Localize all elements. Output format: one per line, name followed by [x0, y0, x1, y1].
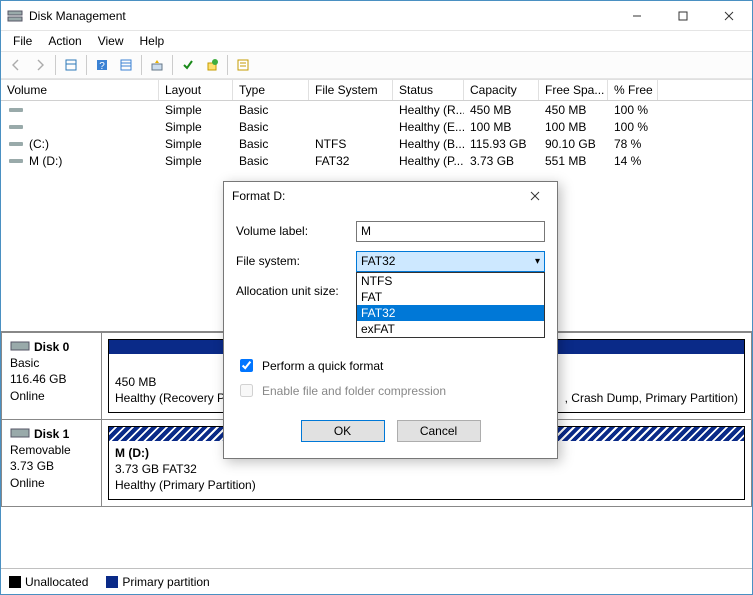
file-system-dropdown: NTFS FAT FAT32 exFAT	[356, 272, 545, 338]
drive-icon	[7, 122, 27, 132]
disk-icon	[10, 339, 30, 353]
dialog-close-button[interactable]	[521, 185, 549, 207]
legend-primary: Primary partition	[122, 575, 209, 589]
legend: Unallocated Primary partition	[1, 568, 752, 594]
menu-file[interactable]: File	[7, 32, 38, 50]
back-button[interactable]	[5, 54, 27, 76]
legend-swatch-unallocated	[9, 576, 21, 588]
toolbar-view-icon[interactable]	[60, 54, 82, 76]
dialog-title: Format D:	[232, 189, 521, 203]
menu-bar: File Action View Help	[1, 31, 752, 51]
col-free-space[interactable]: Free Spa...	[539, 79, 608, 100]
disk-management-icon	[7, 8, 23, 24]
col-type[interactable]: Type	[233, 79, 309, 100]
toolbar-list-icon[interactable]	[115, 54, 137, 76]
menu-help[interactable]: Help	[134, 32, 171, 50]
legend-unallocated: Unallocated	[25, 575, 88, 589]
toolbar-check-icon[interactable]	[177, 54, 199, 76]
disk1-info: Disk 1 Removable 3.73 GB Online	[2, 420, 102, 506]
volume-row[interactable]: M (D:) Simple Basic FAT32 Healthy (P... …	[1, 152, 752, 169]
maximize-button[interactable]	[660, 1, 706, 30]
refresh-icon[interactable]	[146, 54, 168, 76]
file-system-select[interactable]: FAT32 ▾	[356, 251, 545, 272]
disk-icon	[10, 426, 30, 440]
col-spacer	[658, 79, 752, 100]
legend-swatch-primary	[106, 576, 118, 588]
compression-input	[240, 384, 253, 397]
label-file-system: File system:	[236, 254, 356, 268]
label-allocation: Allocation unit size:	[236, 284, 356, 298]
label-volume: Volume label:	[236, 224, 356, 238]
col-pct-free[interactable]: % Free	[608, 79, 658, 100]
volume-row[interactable]: Simple Basic Healthy (R... 450 MB 450 MB…	[1, 101, 752, 118]
toolbar-new-icon[interactable]	[201, 54, 223, 76]
menu-view[interactable]: View	[92, 32, 130, 50]
minimize-button[interactable]	[614, 1, 660, 30]
svg-text:?: ?	[99, 61, 105, 72]
volume-row[interactable]: (C:) Simple Basic NTFS Healthy (B... 115…	[1, 135, 752, 152]
close-button[interactable]	[706, 1, 752, 30]
col-volume[interactable]: Volume	[1, 79, 159, 100]
chevron-down-icon: ▾	[535, 256, 540, 267]
disk0-title: Disk 0	[34, 340, 69, 354]
properties-icon[interactable]	[232, 54, 254, 76]
quick-format-input[interactable]	[240, 359, 253, 372]
disk0-info: Disk 0 Basic 116.46 GB Online	[2, 333, 102, 419]
cancel-button[interactable]: Cancel	[397, 420, 481, 442]
fs-option-exfat[interactable]: exFAT	[357, 321, 544, 337]
disk1-title: Disk 1	[34, 427, 69, 441]
help-icon[interactable]: ?	[91, 54, 113, 76]
window-title: Disk Management	[29, 9, 614, 23]
col-status[interactable]: Status	[393, 79, 464, 100]
col-file-system[interactable]: File System	[309, 79, 393, 100]
titlebar: Disk Management	[1, 1, 752, 31]
fs-option-fat[interactable]: FAT	[357, 289, 544, 305]
format-dialog: Format D: Volume label: File system: FAT…	[223, 181, 558, 459]
compression-checkbox: Enable file and folder compression	[236, 381, 545, 400]
volume-list-header: Volume Layout Type File System Status Ca…	[1, 79, 752, 101]
volume-row[interactable]: Simple Basic Healthy (E... 100 MB 100 MB…	[1, 118, 752, 135]
volume-label-input[interactable]	[356, 221, 545, 242]
drive-icon	[7, 156, 27, 166]
drive-icon	[7, 105, 27, 115]
menu-action[interactable]: Action	[42, 32, 87, 50]
fs-option-fat32[interactable]: FAT32	[357, 305, 544, 321]
ok-button[interactable]: OK	[301, 420, 385, 442]
forward-button[interactable]	[29, 54, 51, 76]
quick-format-checkbox[interactable]: Perform a quick format	[236, 356, 545, 375]
col-capacity[interactable]: Capacity	[464, 79, 539, 100]
col-layout[interactable]: Layout	[159, 79, 233, 100]
toolbar: ?	[1, 51, 752, 79]
drive-icon	[7, 139, 27, 149]
fs-option-ntfs[interactable]: NTFS	[357, 273, 544, 289]
